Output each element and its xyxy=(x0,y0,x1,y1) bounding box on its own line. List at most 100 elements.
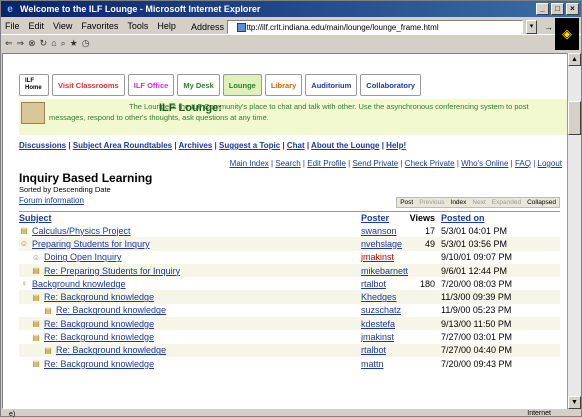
thread-subject-link[interactable]: Re: Background knowledge xyxy=(56,305,166,315)
poster-link[interactable]: nvehslage xyxy=(361,239,409,249)
scroll-thumb[interactable] xyxy=(568,101,581,135)
home-icon[interactable]: ⌂ xyxy=(51,38,56,48)
nav-link-chat[interactable]: Chat xyxy=(287,141,305,150)
thread-subject-link[interactable]: Re: Background knowledge xyxy=(44,359,154,369)
forum-link-logout[interactable]: Logout xyxy=(538,159,562,168)
minimize-button[interactable]: _ xyxy=(536,3,549,15)
poster-link[interactable]: rtalbot xyxy=(361,345,409,355)
menu-tools[interactable]: Tools xyxy=(127,21,148,31)
table-row: ▤ Re: Preparing Students for Inquiry mikeb… xyxy=(19,263,560,278)
action-previous-button[interactable]: Previous xyxy=(416,198,447,207)
posted-on-date: 5/3/01 04:01 PM xyxy=(441,225,508,236)
poster-link[interactable]: mikebarnett xyxy=(361,266,409,276)
thread-subject-link[interactable]: Re: Background knowledge xyxy=(56,345,166,355)
lounge-title: ILF Lounge: xyxy=(159,102,222,114)
action-collapsed-button[interactable]: Collapsed xyxy=(524,198,559,207)
scroll-up-button[interactable]: ▲ xyxy=(568,53,581,66)
action-next-button[interactable]: Next xyxy=(469,198,488,207)
nav-link-subject-area-roundtables[interactable]: Subject Area Roundtables xyxy=(73,141,172,150)
tab-lounge[interactable]: Lounge xyxy=(222,74,262,96)
vertical-scrollbar[interactable]: ▲ ▼ xyxy=(567,53,581,409)
poster-link[interactable]: jmakinst xyxy=(361,252,409,262)
posted-on-date: 11/9/00 05:23 PM xyxy=(441,305,512,316)
menu-favorites[interactable]: Favorites xyxy=(81,21,118,31)
table-row: ☺ Preparing Students for Inqury nvehslage 4… xyxy=(19,237,560,251)
views-count: 17 xyxy=(424,225,435,236)
forum-link-check-private[interactable]: Check Private xyxy=(405,159,455,168)
favorites-icon[interactable]: ★ xyxy=(70,38,78,49)
poster-link[interactable]: swanson xyxy=(361,226,409,236)
thread-subject-link[interactable]: Re: Background knowledge xyxy=(44,292,154,302)
thread-subject-link[interactable]: Re: Background knowledge xyxy=(44,319,154,329)
header-subject[interactable]: Subject xyxy=(19,213,361,223)
table-row: ▤ Re: Background knowledge suzschatz 11/9/0… xyxy=(19,303,560,318)
search-icon[interactable]: ⌕ xyxy=(61,38,66,49)
msg-icon: ▤ xyxy=(32,332,40,342)
tab-visit-classrooms[interactable]: Visit Classrooms xyxy=(52,74,125,96)
address-input[interactable] xyxy=(227,20,524,34)
thread-subject-link[interactable]: Re: Background knowledge xyxy=(44,332,154,342)
poster-link[interactable]: jmakinst xyxy=(361,332,409,342)
tab-collaboratory[interactable]: Collaboratory xyxy=(360,74,422,96)
poster-link[interactable]: rtalbot xyxy=(361,279,409,289)
nav-link-help-[interactable]: Help! xyxy=(386,141,406,150)
lounge-nav: Discussions | Subject Area Roundtables |… xyxy=(19,141,407,150)
forum-link-main-index[interactable]: Main Index xyxy=(230,159,269,168)
action-expanded-button[interactable]: Expanded xyxy=(489,198,524,207)
forum-link-faq[interactable]: FAQ xyxy=(515,159,531,168)
table-row: ▤ Calculus/Physics Project swanson 17 5/3/01… xyxy=(19,224,560,238)
forum-link-search[interactable]: Search xyxy=(275,159,300,168)
menu-edit[interactable]: Edit xyxy=(29,21,45,31)
thread-subject-link[interactable]: Re: Preparing Students for Inquiry xyxy=(44,266,180,276)
header-posted-on[interactable]: Posted on xyxy=(441,213,560,223)
nav-link-archives[interactable]: Archives xyxy=(179,141,213,150)
msg-icon: ▤ xyxy=(20,226,28,236)
nav-link-discussions[interactable]: Discussions xyxy=(19,141,66,150)
scroll-down-button[interactable]: ▼ xyxy=(568,396,581,409)
thread-actions: Post Previous Index Next Expanded Collapsed xyxy=(396,197,560,208)
nav-link-about-the-lounge[interactable]: About the Lounge xyxy=(311,141,379,150)
tab-auditorium[interactable]: Auditorium xyxy=(305,74,358,96)
menu-help[interactable]: Help xyxy=(157,21,176,31)
forum-link-who-s-online[interactable]: Who's Online xyxy=(461,159,508,168)
tab-my-desk[interactable]: My Desk xyxy=(177,74,220,96)
poster-link[interactable]: suzschatz xyxy=(361,305,409,315)
posted-on-date: 5/3/01 03:56 PM xyxy=(441,238,508,249)
thread-subject-link[interactable]: Preparing Students for Inqury xyxy=(32,239,150,249)
table-row: ▤ Re: Background knowledge rtalbot 7/27/00 … xyxy=(19,343,560,357)
header-poster[interactable]: Poster xyxy=(361,213,409,223)
forum-information-link[interactable]: Forum information xyxy=(19,196,84,205)
forum-link-send-private[interactable]: Send Private xyxy=(352,159,398,168)
history-icon[interactable]: ◷ xyxy=(82,38,90,49)
page-icon xyxy=(237,23,246,32)
table-row: ▤ Re: Background knowledge kdestefa 9/13/00… xyxy=(19,317,560,331)
thread-subject-link[interactable]: Background knowledge xyxy=(32,279,126,289)
menu-view[interactable]: View xyxy=(53,21,72,31)
address-dropdown-button[interactable]: ▾ xyxy=(526,20,538,34)
maximize-button[interactable]: □ xyxy=(551,3,564,15)
window-title: Welcome to the ILF Lounge - Microsoft In… xyxy=(20,4,261,14)
table-row: ▤ Re: Background knowledge mattn 7/20/00 09… xyxy=(19,356,560,371)
back-icon[interactable]: ⇐ xyxy=(5,38,13,49)
nav-link-suggest-a-topic[interactable]: Suggest a Topic xyxy=(219,141,280,150)
forum-link-edit-profile[interactable]: Edit Profile xyxy=(307,159,346,168)
posted-on-date: 7/20/00 09:43 PM xyxy=(441,358,513,369)
thread-subject-link[interactable]: Doing Open Inquiry xyxy=(44,252,122,262)
views-count: 180 xyxy=(419,278,435,289)
tab-library[interactable]: Library xyxy=(264,74,303,96)
poster-link[interactable]: kdestefa xyxy=(361,319,409,329)
tab-ilf-office[interactable]: ILF Office xyxy=(127,74,175,96)
action-index-button[interactable]: Index xyxy=(448,198,470,207)
menu-file[interactable]: File xyxy=(5,21,20,31)
close-button[interactable]: × xyxy=(566,3,579,15)
poster-link[interactable]: mattn xyxy=(361,359,409,369)
forward-icon[interactable]: ⇒ xyxy=(17,38,25,49)
thread-subject-link[interactable]: Calculus/Physics Project xyxy=(32,226,131,236)
sort-label: Sorted by Descending Date xyxy=(19,185,111,194)
posted-on-date: 9/6/01 12:44 PM xyxy=(441,265,508,276)
stop-icon[interactable]: ⊗ xyxy=(28,38,36,49)
action-post-button[interactable]: Post xyxy=(397,198,416,207)
tab-ilf-home[interactable]: ILF Home xyxy=(19,74,49,96)
refresh-icon[interactable]: ↻ xyxy=(40,38,48,49)
poster-link[interactable]: Khedges xyxy=(361,292,409,302)
